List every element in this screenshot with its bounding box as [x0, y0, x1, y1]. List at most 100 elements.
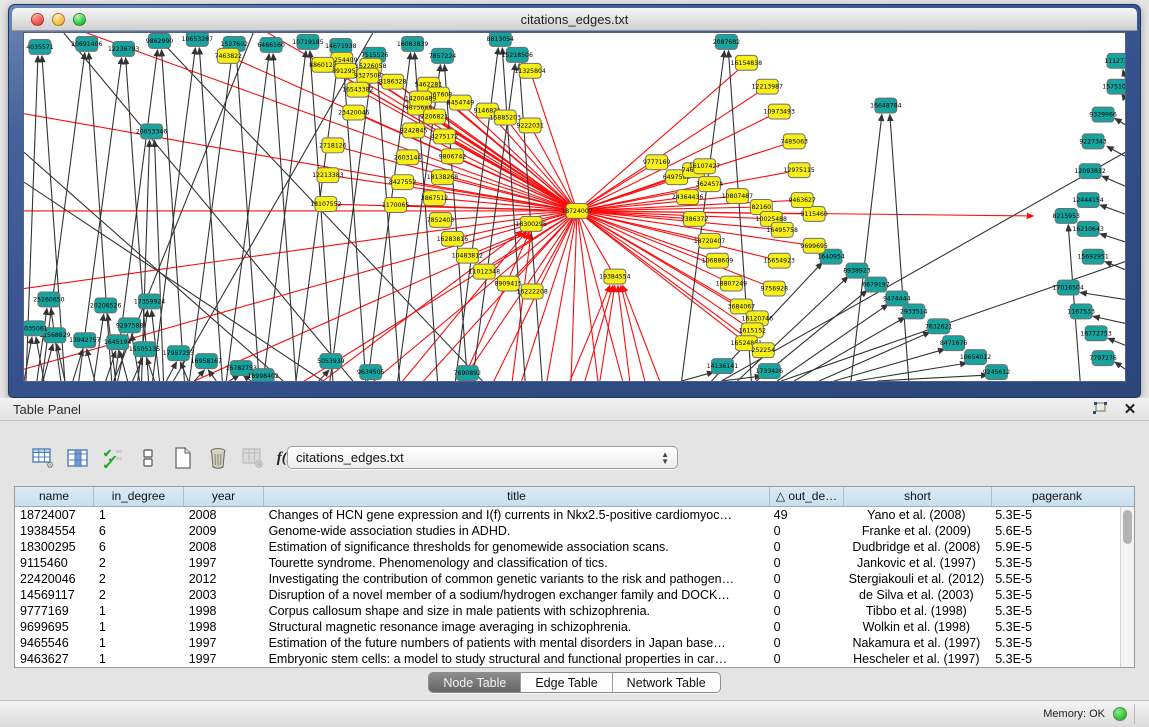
network-window[interactable]: citations_edges.txt 40355712069140612236…	[8, 4, 1141, 398]
graph-node[interactable]: 17016504	[1053, 280, 1084, 295]
graph-node[interactable]: 10973493	[764, 104, 795, 119]
network-window-titlebar[interactable]: citations_edges.txt	[12, 8, 1137, 31]
graph-node[interactable]: 18107552	[310, 197, 341, 212]
table-cell[interactable]: Dudbridge et al. (2008)	[843, 539, 991, 555]
graph-node[interactable]: 12093832	[1074, 164, 1105, 179]
graph-node[interactable]: 7632621	[925, 319, 953, 334]
scrollbar-thumb[interactable]	[1123, 510, 1132, 544]
table-cell[interactable]: 0	[769, 651, 843, 667]
table-cell[interactable]: 2	[94, 555, 184, 571]
graph-node[interactable]: 8215953	[1052, 208, 1080, 223]
table-row[interactable]: 969969511998Structural magnetic resonanc…	[15, 619, 1120, 635]
graph-node[interactable]: 9329966	[1089, 107, 1117, 122]
graph-node[interactable]: 18724007	[561, 204, 592, 219]
graph-node[interactable]: 252254	[752, 343, 776, 358]
table-cell[interactable]: 1	[94, 619, 184, 635]
graph-node[interactable]: 18300295	[515, 216, 546, 231]
graph-node[interactable]: 12213987	[752, 79, 783, 94]
graph-node[interactable]: 19384554	[599, 269, 630, 284]
table-cell[interactable]: 1997	[184, 635, 264, 651]
table-row[interactable]: 1938455462009Genome-wide association stu…	[15, 523, 1120, 539]
graph-node[interactable]: 24364436	[672, 190, 703, 205]
graph-node[interactable]: 7386372	[681, 211, 709, 226]
table-cell[interactable]: 0	[769, 555, 843, 571]
table-cell[interactable]: de Silva et al. (2003)	[843, 587, 991, 603]
tab-network-table[interactable]: Network Table	[613, 673, 720, 692]
network-view-canvas[interactable]: 4035571206914061223679398629901065328715…	[23, 32, 1126, 382]
graph-node[interactable]: 23420046	[338, 105, 369, 120]
table-row[interactable]: 2242004622012Investigating the contribut…	[15, 571, 1120, 587]
graph-node[interactable]: 16283816	[437, 231, 468, 246]
graph-node[interactable]: 16222208	[516, 284, 547, 299]
graph-node[interactable]: 17957253	[163, 346, 194, 361]
table-cell[interactable]: 18300295	[15, 539, 94, 555]
graph-node[interactable]: 7857224	[429, 48, 457, 63]
graph-node[interactable]: 20691406	[71, 36, 102, 51]
table-cell[interactable]: 2008	[184, 507, 264, 523]
close-panel-icon[interactable]: ✕	[1121, 401, 1139, 417]
table-cell[interactable]: 5.3E-5	[990, 651, 1120, 667]
graph-node[interactable]: 9699695	[800, 238, 828, 253]
graph-node[interactable]: 16107427	[689, 159, 720, 174]
table-cell[interactable]: 1998	[184, 619, 264, 635]
graph-node[interactable]: 3624574	[696, 177, 724, 192]
graph-node[interactable]: 16083839	[397, 36, 428, 51]
delete-column-icon[interactable]	[205, 445, 231, 471]
table-row[interactable]: 946554611997Estimation of the future num…	[15, 635, 1120, 651]
table-cell[interactable]: Corpus callosum shape and size in male p…	[264, 603, 769, 619]
graph-node[interactable]: 9756928	[761, 281, 789, 296]
table-cell[interactable]: 0	[769, 523, 843, 539]
table-cell[interactable]: Disruption of a novel member of a sodium…	[264, 587, 769, 603]
column-header-name[interactable]: name	[15, 487, 94, 506]
graph-node[interactable]: 10653287	[182, 33, 213, 46]
table-cell[interactable]: Estimation of significance thresholds fo…	[264, 539, 769, 555]
graph-node[interactable]: 18998402	[247, 369, 278, 381]
table-cell[interactable]: Yano et al. (2008)	[843, 507, 991, 523]
table-cell[interactable]: 1	[94, 507, 184, 523]
table-cell[interactable]: 0	[769, 603, 843, 619]
graph-node[interactable]: 13942757	[69, 333, 100, 348]
table-cell[interactable]: Franke et al. (2009)	[843, 523, 991, 539]
graph-node[interactable]: 11325804	[514, 63, 545, 78]
graph-node[interactable]: 18138268	[427, 170, 458, 185]
graph-node[interactable]: 1645194	[104, 335, 132, 350]
memory-ok-indicator[interactable]	[1113, 707, 1127, 721]
graph-node[interactable]: 16154838	[731, 55, 762, 70]
graph-node[interactable]: 7485063	[780, 134, 808, 149]
graph-node[interactable]: 2718126	[319, 138, 347, 153]
graph-node[interactable]: 17359924	[134, 294, 165, 309]
table-cell[interactable]: Changes of HCN gene expression and I(f) …	[264, 507, 769, 523]
graph-node[interactable]: 9777169	[643, 155, 671, 170]
row-height-icon[interactable]	[135, 445, 161, 471]
table-cell[interactable]: 0	[769, 539, 843, 555]
table-cell[interactable]: Jankovic et al. (1997)	[843, 555, 991, 571]
graph-node[interactable]: 15218506	[502, 47, 533, 62]
graph-node[interactable]: 2603144	[394, 150, 422, 165]
create-column-icon[interactable]	[170, 445, 196, 471]
column-header-year[interactable]: year	[184, 487, 264, 506]
graph-node[interactable]: 11012348	[469, 264, 500, 279]
graph-node[interactable]: 16543382	[342, 82, 373, 97]
table-cell[interactable]: 5.9E-5	[990, 539, 1120, 555]
graph-node[interactable]: 9242845	[400, 123, 428, 138]
table-cell[interactable]: 49	[769, 507, 843, 523]
table-cell[interactable]: 1	[94, 603, 184, 619]
graph-node[interactable]: 10807487	[722, 189, 753, 204]
table-cell[interactable]: 6	[94, 523, 184, 539]
graph-node[interactable]: 9862990	[146, 33, 174, 48]
table-cell[interactable]: 2008	[184, 539, 264, 555]
graph-node[interactable]: 8186328	[379, 74, 407, 89]
graph-node[interactable]: 15751074	[1102, 79, 1125, 94]
graph-node[interactable]: 7690892	[454, 366, 482, 381]
graph-node[interactable]: 20206526	[90, 298, 121, 313]
column-header-pagerank[interactable]: pagerank	[992, 487, 1122, 506]
graph-node[interactable]: 16210643	[1072, 221, 1103, 236]
tab-node-table[interactable]: Node Table	[429, 673, 521, 692]
graph-node[interactable]: 9463627	[788, 193, 816, 208]
graph-node[interactable]: 9115460	[800, 207, 828, 222]
table-cell[interactable]: 9115460	[15, 555, 94, 571]
network-table-selector[interactable]: citations_edges.txt ▲▼	[287, 446, 678, 469]
table-cell[interactable]: Tibbo et al. (1998)	[843, 603, 991, 619]
table-row[interactable]: 1456911722003Disruption of a novel membe…	[15, 587, 1120, 603]
table-cell[interactable]: Hescheler et al. (1997)	[843, 651, 991, 667]
